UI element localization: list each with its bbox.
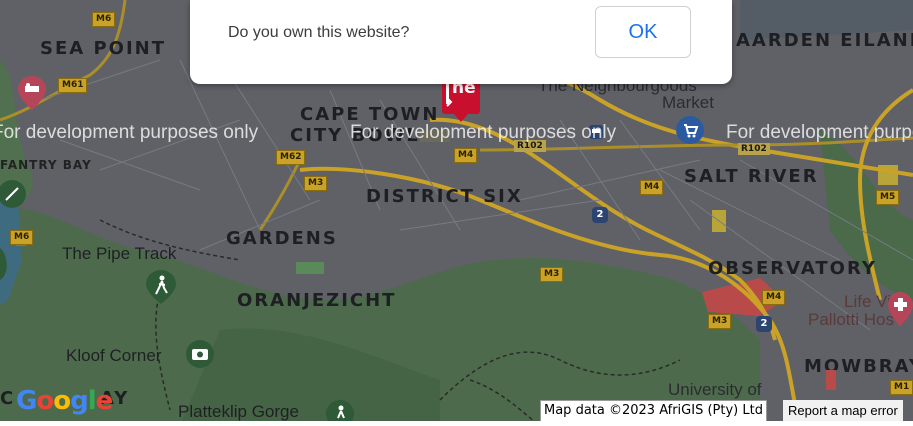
road-shield-n2: 2 <box>756 316 772 332</box>
road-shield-m3: M3 <box>708 314 732 329</box>
area-label-salt-river: SALT RIVER <box>684 166 819 187</box>
road-shield-m1: M1 <box>890 380 913 395</box>
road-shield-m61: M61 <box>58 78 88 93</box>
area-label-gardens: GARDENS <box>226 228 338 249</box>
m62-road <box>258 159 302 231</box>
road-shield-m4: M4 <box>640 180 664 195</box>
poi-market[interactable]: Market <box>662 93 714 113</box>
road-shield-m4: M4 <box>762 290 786 305</box>
area-label-observatory: OBSERVATORY <box>708 258 877 279</box>
area-label-fantry-bay: FANTRY BAY <box>0 158 92 172</box>
report-map-error-link[interactable]: Report a map error <box>783 400 903 421</box>
road-shield-m6: M6 <box>10 230 34 245</box>
google-logo[interactable]: Google <box>16 386 113 416</box>
map-canvas[interactable]: SEA POINT AARDEN EILAND CAPE TOWN CITY B… <box>0 0 913 426</box>
park-patch <box>296 262 324 274</box>
area-label-oranjezicht: ORANJEZICHT <box>237 290 397 311</box>
poi-platteklip-gorge[interactable]: Platteklip Gorge <box>178 402 299 422</box>
road-shield-m3: M3 <box>304 176 328 191</box>
area-label-aarden-eiland: AARDEN EILAND <box>736 30 913 51</box>
poi-pipe-track[interactable]: The Pipe Track <box>62 244 176 264</box>
road-shield-m6: M6 <box>92 12 116 27</box>
poi-university[interactable]: University of <box>668 380 762 400</box>
watermark-text: For development purposes only <box>726 122 913 143</box>
area-label-district-six: DISTRICT SIX <box>366 186 523 207</box>
ok-button[interactable]: OK <box>595 6 691 58</box>
area-label-mowbray: MOWBRAY <box>804 356 913 377</box>
road-shield-r102: R102 <box>738 143 770 155</box>
poi-kloof-corner[interactable]: Kloof Corner <box>66 346 161 366</box>
poi-pallotti[interactable]: Pallotti Hos <box>808 310 894 330</box>
dialog-message: Do you own this website? <box>228 24 410 41</box>
ownership-dialog: Do you own this website? OK <box>190 0 732 84</box>
road-shield-m3: M3 <box>540 267 564 282</box>
watermark-text: For development purposes only <box>0 122 259 143</box>
area-label-c: C <box>0 388 16 409</box>
page-bottom-strip <box>0 421 913 426</box>
watermark-text: For development purposes only <box>350 122 617 143</box>
road-shield-m4: M4 <box>454 148 478 163</box>
road-shield-m62: M62 <box>276 150 306 165</box>
road-shield-n2: 2 <box>592 207 608 223</box>
area-label-sea-point: SEA POINT <box>40 38 166 59</box>
map-data-attribution[interactable]: Map data ©2023 AfriGIS (Pty) Ltd <box>540 400 767 422</box>
road-shield-m5: M5 <box>876 190 900 205</box>
